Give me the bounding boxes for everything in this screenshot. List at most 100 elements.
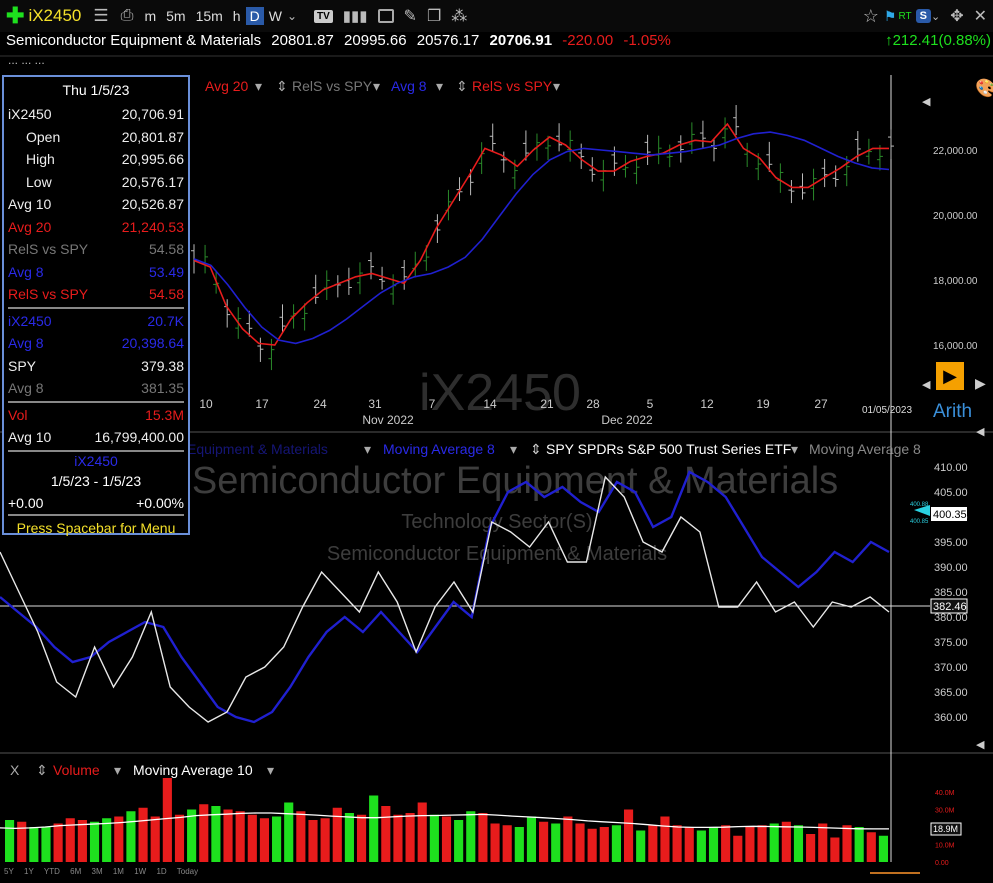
legend-rels-gray[interactable]: RelS vs SPY (292, 78, 372, 94)
scroll-left-icon[interactable]: ◀ (976, 425, 984, 438)
volume-bar (854, 827, 864, 862)
chevron-down-icon[interactable]: ▾ (255, 78, 262, 95)
scroll-left-icon[interactable]: ◀ (922, 378, 930, 391)
tf-3m[interactable]: 3M (92, 867, 103, 876)
panel-row: Avg 20 21,240.53 (4, 216, 188, 239)
y-axis-label: 22,000.00 (933, 146, 978, 157)
reorder-icon[interactable]: ⇕ (276, 78, 288, 95)
vol-y-axis-label: 10.0M (935, 843, 955, 850)
panel-row-value: 20,706.91 (121, 106, 184, 123)
volume-bar (320, 818, 330, 862)
x-axis-label: 10 (199, 397, 213, 411)
panel-row: iX2450 20,706.91 (4, 103, 188, 126)
legend-rels-red[interactable]: RelS vs SPY (472, 78, 552, 94)
x-axis-label: 27 (814, 397, 828, 411)
mid-legend-a[interactable]: Equipment & Materials (187, 441, 328, 457)
mid-y-axis-label: 385.00 (934, 587, 968, 599)
mid-legend-ma8[interactable]: Moving Average 8 (383, 441, 495, 457)
y-axis-label: 16,000.00 (933, 341, 978, 352)
scroll-right-icon[interactable]: ▶ (975, 375, 986, 392)
tf-today[interactable]: Today (177, 867, 198, 876)
volume-bar (818, 823, 828, 862)
play-icon[interactable]: ▶ (936, 362, 964, 390)
month-label: Nov 2022 (362, 413, 414, 427)
chevron-down-icon[interactable]: ▾ (553, 78, 560, 95)
watermark-symbol: iX2450 (419, 364, 581, 422)
chevron-down-icon[interactable]: ▾ (510, 441, 517, 458)
palette-icon[interactable]: 🎨 (975, 78, 993, 99)
panel-symbol: iX2450 (74, 452, 118, 469)
volume-bar (526, 816, 537, 862)
panel-row-value: 20,526.87 (121, 196, 184, 213)
volume-bar (356, 814, 367, 862)
volume-bar (733, 835, 743, 862)
mid-legend-spy[interactable]: SPY SPDRs S&P 500 Trust Series ETF (546, 441, 791, 457)
scroll-left-icon[interactable]: ◀ (922, 95, 930, 108)
volume-bar (344, 813, 354, 862)
mid-y-axis-label: 395.00 (934, 537, 968, 549)
x-axis-label: 19 (756, 397, 770, 411)
tf-6m[interactable]: 6M (70, 867, 81, 876)
panel-row-label: Avg 20 (8, 218, 52, 235)
chevron-down-icon[interactable]: ▾ (114, 762, 121, 779)
y-axis-label: 20,000.00 (933, 211, 978, 222)
panel-row-label: High (26, 151, 55, 168)
volume-bar (5, 820, 15, 862)
volume-bar (369, 795, 379, 862)
tf-5y[interactable]: 5Y (4, 867, 14, 876)
vol-y-axis-label: 40.0M (935, 790, 955, 797)
tf-1d[interactable]: 1D (156, 867, 166, 876)
mid-cross-tag: 382.46 (933, 601, 967, 613)
vol-legend-volume[interactable]: Volume (53, 762, 100, 778)
volume-bar (429, 814, 439, 862)
mid-y-axis-label: 390.00 (934, 562, 968, 574)
scroll-left-icon[interactable]: ◀ (976, 738, 984, 751)
panel-range: 1/5/23 - 1/5/23 (50, 472, 142, 489)
panel-row-label: Avg 10 (8, 429, 52, 446)
panel-row-label: RelS vs SPY (8, 241, 89, 258)
panel-row: Avg 10 20,526.87 (4, 193, 188, 216)
volume-bar (150, 816, 160, 862)
vol-legend-ma10[interactable]: Moving Average 10 (133, 762, 253, 778)
x-axis-label: 31 (368, 397, 382, 411)
mid-tick-a: 400.88 (910, 502, 929, 508)
legend-avg20[interactable]: Avg 20 (205, 78, 248, 94)
menu-hint[interactable]: Press Spacebar for Menu (4, 517, 188, 539)
panel-row: RelS vs SPY 54.58 (4, 283, 188, 306)
tf-ytd[interactable]: YTD (44, 867, 60, 876)
mid-legend-ma8b[interactable]: Moving Average 8 (809, 441, 921, 457)
volume-bar (223, 809, 233, 862)
tf-1w[interactable]: 1W (134, 867, 146, 876)
x-axis-label: 17 (255, 397, 269, 411)
volume-bar (599, 827, 609, 862)
panel-row-label: iX2450 (8, 312, 52, 329)
volume-bar (708, 827, 719, 862)
arith-scale[interactable]: Arith (933, 401, 972, 423)
chevron-down-icon[interactable]: ▾ (364, 441, 371, 458)
tf-1m[interactable]: 1M (113, 867, 124, 876)
reorder-icon[interactable]: ⇕ (530, 441, 542, 458)
reorder-icon[interactable]: ⇕ (36, 762, 48, 779)
legend-avg8[interactable]: Avg 8 (391, 78, 427, 94)
volume-bar (308, 820, 318, 862)
volume-bar (466, 811, 476, 862)
chevron-down-icon[interactable]: ▾ (267, 762, 274, 779)
mid-y-axis-label: 380.00 (934, 612, 968, 624)
volume-bar (587, 828, 597, 862)
volume-bar (41, 827, 51, 862)
chevron-down-icon[interactable]: ▾ (436, 78, 443, 95)
chevron-down-icon[interactable]: ▾ (373, 78, 380, 95)
volume-bar (830, 837, 840, 862)
panel-row: RelS vs SPY 54.58 (4, 238, 188, 261)
tf-1y[interactable]: 1Y (24, 867, 34, 876)
panel-row: Avg 10 16,799,400.00 (4, 426, 188, 449)
chevron-down-icon[interactable]: ▾ (791, 441, 798, 458)
panel-row-label: SPY (8, 357, 37, 374)
panel-row-label: Avg 10 (8, 196, 52, 213)
panel-row-value: 20.7K (147, 312, 184, 329)
volume-bar (696, 830, 706, 862)
reorder-icon[interactable]: ⇕ (456, 78, 468, 95)
mid-y-axis-label: 405.00 (934, 487, 968, 499)
close-pane-x[interactable]: X (10, 762, 19, 778)
volume-bar (781, 821, 791, 862)
